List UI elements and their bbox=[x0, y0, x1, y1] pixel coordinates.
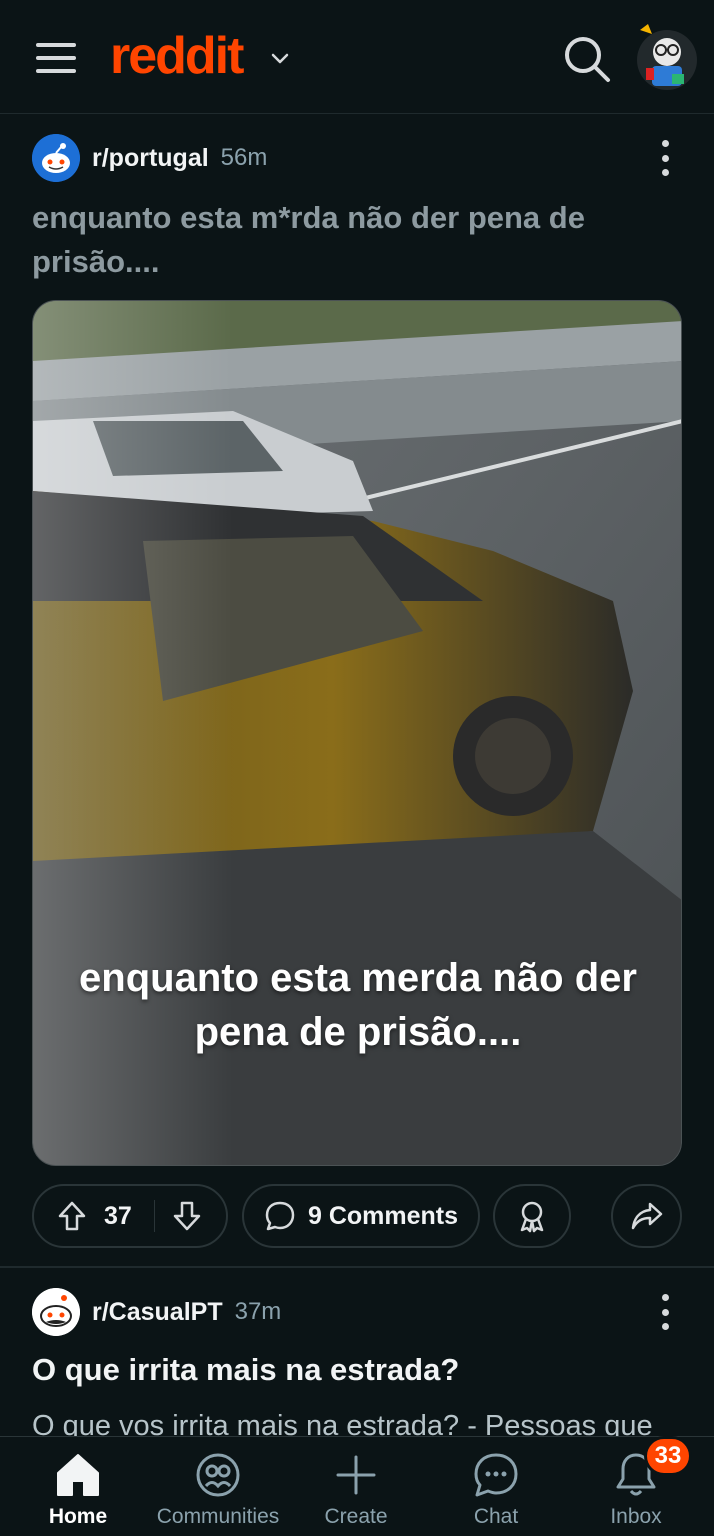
nav-create-label: Create bbox=[324, 1505, 388, 1528]
nav-create[interactable]: Create bbox=[316, 1437, 396, 1536]
nav-home[interactable]: Home bbox=[38, 1437, 118, 1536]
vote-divider bbox=[153, 1200, 155, 1232]
post-title[interactable]: O que irrita mais na estrada? bbox=[32, 1352, 459, 1388]
snoo-icon bbox=[32, 134, 80, 182]
plus-icon bbox=[336, 1455, 376, 1495]
post-header: r/portugal 56m bbox=[32, 134, 267, 182]
bottom-navigation: Home Communities Create Chat Inbox bbox=[0, 1436, 714, 1536]
post-header: r/CasualPT 37m bbox=[32, 1288, 281, 1336]
subreddit-name[interactable]: r/portugal bbox=[92, 144, 209, 173]
post-card[interactable]: r/CasualPT 37m O que irrita mais na estr… bbox=[0, 1268, 714, 1438]
search-icon[interactable] bbox=[562, 34, 612, 84]
snoo-icon bbox=[32, 1288, 80, 1336]
comments-label: 9 Comments bbox=[307, 1201, 459, 1230]
menu-icon[interactable] bbox=[36, 40, 76, 76]
award-icon bbox=[520, 1201, 544, 1233]
downvote-icon[interactable] bbox=[171, 1200, 203, 1232]
post-time: 56m bbox=[220, 144, 268, 171]
vote-control: 37 bbox=[32, 1184, 228, 1248]
comment-icon bbox=[265, 1201, 295, 1231]
chevron-down-icon[interactable] bbox=[268, 46, 292, 70]
subreddit-name[interactable]: r/CasualPT bbox=[92, 1298, 223, 1327]
post-title[interactable]: enquanto esta m*rda não der pena de pris… bbox=[32, 196, 672, 284]
more-options-icon[interactable] bbox=[658, 1294, 672, 1330]
top-app-bar: reddit bbox=[0, 0, 714, 114]
post-snippet[interactable]: O que vos irrita mais na estrada? - Pess… bbox=[32, 1410, 653, 1438]
user-avatar[interactable] bbox=[634, 20, 700, 92]
chat-icon bbox=[474, 1453, 518, 1497]
post-actions: 37 9 Comments bbox=[32, 1184, 682, 1248]
share-icon bbox=[631, 1202, 662, 1230]
nav-communities[interactable]: Communities bbox=[148, 1437, 288, 1536]
nav-inbox-label: Inbox bbox=[610, 1505, 662, 1528]
reddit-logo[interactable]: reddit bbox=[110, 26, 244, 86]
upvote-icon[interactable] bbox=[56, 1200, 88, 1232]
nav-home-label: Home bbox=[48, 1505, 108, 1528]
inbox-badge: 33 bbox=[644, 1436, 692, 1476]
nav-chat[interactable]: Chat bbox=[456, 1437, 536, 1536]
nav-communities-label: Communities bbox=[156, 1505, 280, 1528]
post-card[interactable]: r/portugal 56m enquanto esta m*rda não d… bbox=[0, 114, 714, 1266]
home-icon bbox=[57, 1454, 99, 1496]
image-caption: enquanto esta merda não der pena de pris… bbox=[79, 956, 637, 1054]
subreddit-avatar[interactable] bbox=[32, 1288, 80, 1336]
comments-button[interactable]: 9 Comments bbox=[242, 1184, 480, 1248]
communities-icon bbox=[196, 1453, 240, 1497]
nav-chat-label: Chat bbox=[473, 1505, 519, 1528]
share-button[interactable] bbox=[611, 1184, 682, 1248]
award-button[interactable] bbox=[493, 1184, 571, 1248]
post-time: 37m bbox=[234, 1298, 282, 1325]
subreddit-avatar[interactable] bbox=[32, 134, 80, 182]
post-image[interactable]: enquanto esta merda não der pena de pris… bbox=[32, 300, 682, 1166]
more-options-icon[interactable] bbox=[658, 140, 672, 176]
vote-count: 37 bbox=[104, 1201, 132, 1230]
